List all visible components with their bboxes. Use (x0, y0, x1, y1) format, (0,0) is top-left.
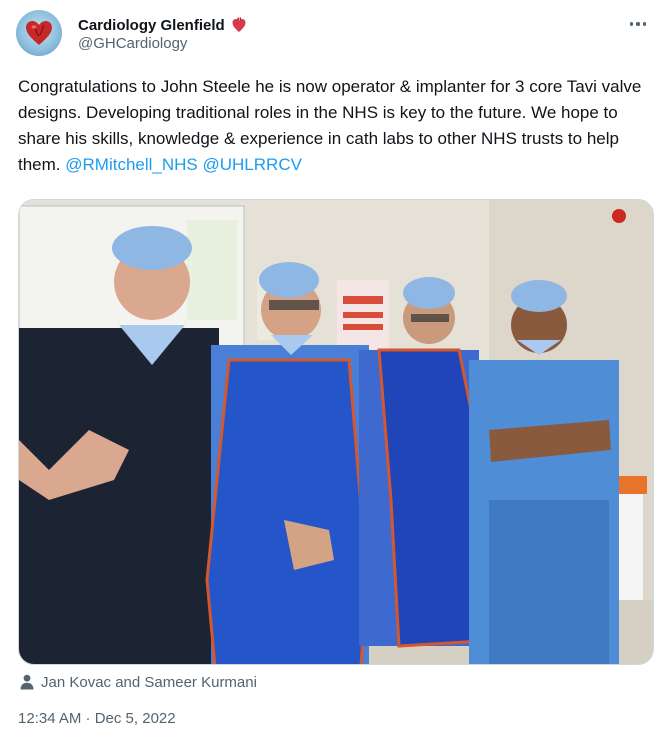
mention-link[interactable]: @RMitchell_NHS (65, 155, 198, 174)
tweet-timestamp[interactable]: 12:34 AM · Dec 5, 2022 (18, 710, 176, 727)
more-dot-icon (629, 22, 634, 26)
photo-scene (19, 200, 653, 664)
mention-link[interactable]: @UHLRRCV (203, 155, 302, 174)
tagged-people[interactable]: Jan Kovac and Sameer Kurmani (20, 672, 257, 692)
tweet-header: Cardiology Glenfield @GHCardiology (16, 10, 656, 60)
author-avatar[interactable] (16, 10, 62, 56)
more-options-button[interactable] (626, 12, 650, 36)
author-display-name[interactable]: Cardiology Glenfield (78, 17, 225, 34)
author-handle[interactable]: @GHCardiology (78, 35, 187, 52)
tagged-people-text: Jan Kovac and Sameer Kurmani (41, 673, 257, 691)
tweet-text: Congratulations to John Steele he is now… (18, 74, 650, 178)
more-dot-icon (636, 22, 640, 26)
tweet-photo[interactable] (18, 199, 654, 665)
heart-icon (26, 21, 52, 45)
more-dot-icon (642, 22, 647, 26)
anatomical-heart-icon (232, 17, 246, 32)
person-icon (20, 674, 34, 690)
